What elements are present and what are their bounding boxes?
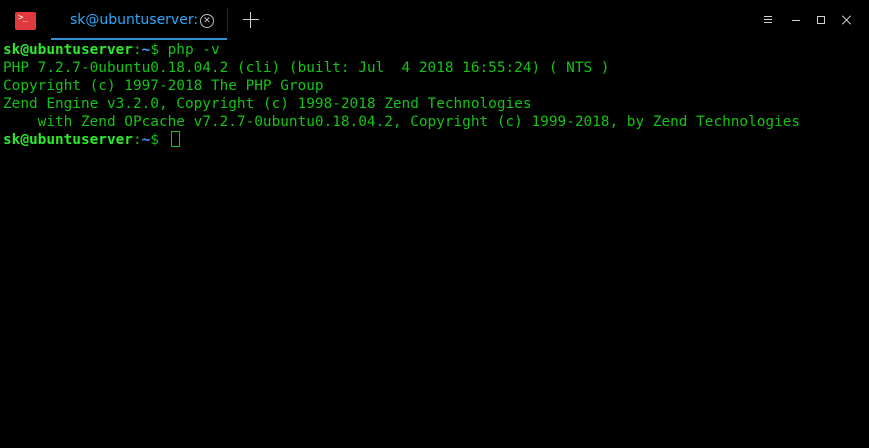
- prompt-symbol: $: [150, 132, 168, 148]
- terminal-output-area[interactable]: sk@ubuntuserver:~$ php -v PHP 7.2.7-0ubu…: [0, 40, 869, 448]
- plus-icon[interactable]: [243, 12, 259, 28]
- command-line: sk@ubuntuserver:~$ php -v: [3, 42, 220, 58]
- close-circle-icon[interactable]: ✕: [200, 14, 214, 28]
- command-text: php -v: [167, 42, 220, 58]
- tab-sk-ubuntuserver[interactable]: sk@ubuntuserver: ~ ✕: [51, 0, 227, 40]
- tab-label: sk@ubuntuserver: ~: [70, 12, 202, 28]
- minimize-icon[interactable]: [789, 13, 803, 27]
- output-line: PHP 7.2.7-0ubuntu0.18.04.2 (cli) (built:…: [3, 60, 610, 76]
- close-icon[interactable]: [840, 13, 854, 27]
- prompt-user: sk@ubuntuserver: [3, 42, 133, 58]
- prompt-path: ~: [141, 42, 151, 58]
- prompt-path: ~: [141, 132, 151, 148]
- output-line: Zend Engine v3.2.0, Copyright (c) 1998-2…: [3, 96, 532, 112]
- tab-divider: [227, 8, 228, 32]
- prompt-symbol: $: [150, 42, 168, 58]
- terminal-window: >_ sk@ubuntuserver: ~ ✕ sk@ubuntuserver:…: [0, 0, 869, 448]
- output-line: with Zend OPcache v7.2.7-0ubuntu0.18.04.…: [3, 114, 801, 130]
- prompt-user: sk@ubuntuserver: [3, 132, 133, 148]
- active-prompt-line[interactable]: sk@ubuntuserver:~$: [3, 131, 180, 149]
- terminal-app-icon: >_: [15, 12, 36, 30]
- hamburger-menu-icon[interactable]: [761, 13, 775, 27]
- maximize-icon[interactable]: [814, 13, 828, 27]
- text-cursor: [170, 131, 180, 147]
- output-line: Copyright (c) 1997-2018 The PHP Group: [3, 78, 324, 94]
- title-bar: >_ sk@ubuntuserver: ~ ✕: [0, 0, 869, 40]
